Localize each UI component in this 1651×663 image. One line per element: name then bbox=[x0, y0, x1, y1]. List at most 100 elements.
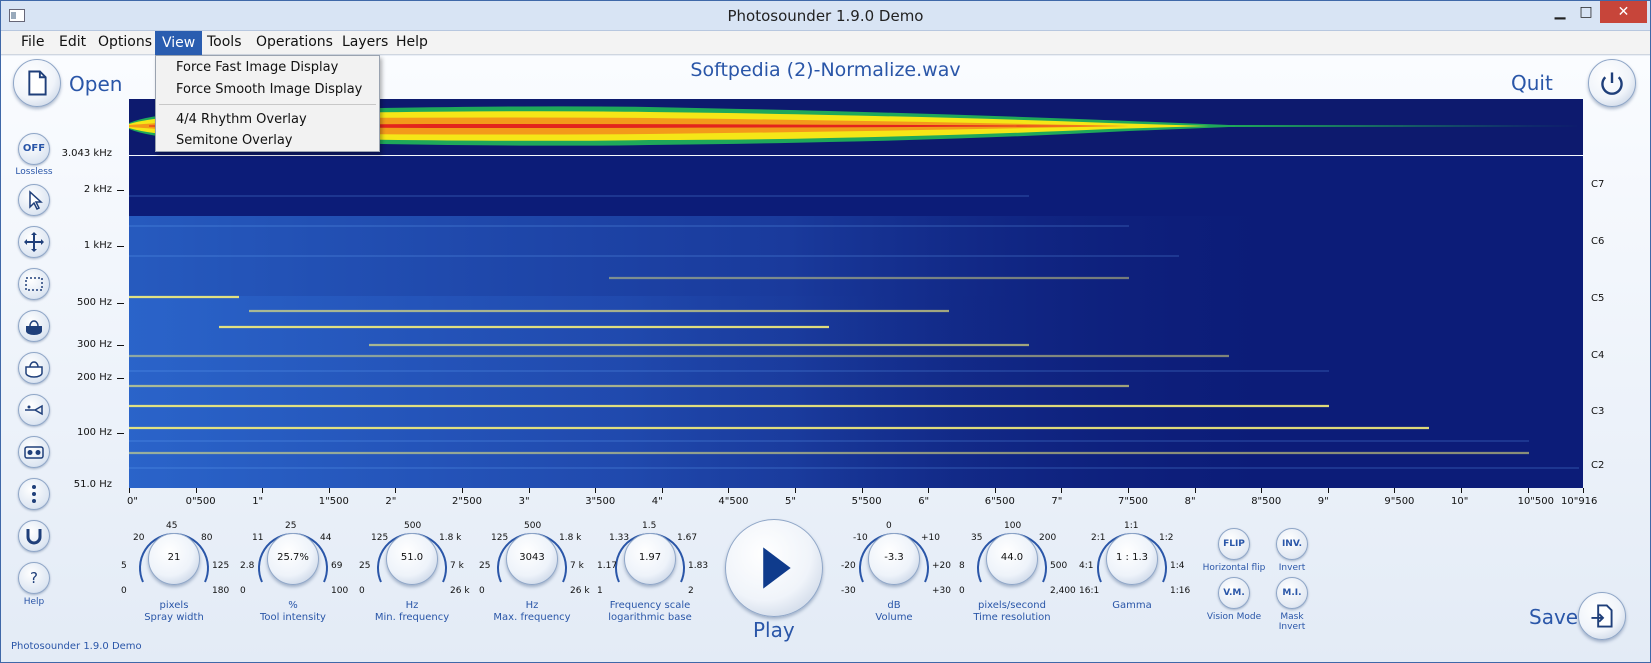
power-icon bbox=[1601, 72, 1623, 95]
knob-unit: Gamma bbox=[1112, 600, 1152, 611]
move-tool-button[interactable] bbox=[18, 226, 50, 258]
time-tick bbox=[1261, 488, 1263, 493]
knob-scale-label: 1.83 bbox=[688, 561, 709, 571]
knob[interactable]: 3043 0 25 125 500 1.8 k 7 k 26 k Hz Max. frequenc… bbox=[477, 516, 590, 623]
time-tick bbox=[195, 488, 197, 493]
knob-value: 21 bbox=[167, 552, 181, 563]
note-label: C7 bbox=[1591, 179, 1605, 190]
menu-options[interactable]: Options bbox=[98, 34, 152, 50]
menuitem-rhythm-overlay[interactable]: 4/4 Rhythm Overlay bbox=[176, 112, 307, 127]
save-button[interactable] bbox=[1578, 592, 1626, 640]
menu-edit[interactable]: Edit bbox=[59, 34, 86, 50]
knob[interactable]: 51.0 0 25 125 500 1.8 k 7 k 26 k Hz Min. frequenc… bbox=[357, 516, 470, 623]
knob[interactable]: 44.0 0 8 35 100 200 500 2,400 pixels/second Time … bbox=[957, 516, 1076, 623]
status-bar: Photosounder 1.9.0 Demo bbox=[11, 641, 142, 652]
flip-button[interactable]: FLIP bbox=[1218, 528, 1250, 560]
help-button[interactable]: ? bbox=[18, 562, 50, 594]
menuitem-semitone-overlay[interactable]: Semitone Overlay bbox=[176, 133, 293, 148]
document-icon bbox=[28, 70, 47, 96]
knob-scale-label: +20 bbox=[932, 561, 951, 571]
knob-scale-label: 125 bbox=[371, 533, 389, 543]
knob-scale-label: 125 bbox=[491, 533, 509, 543]
lossless-toggle-button[interactable]: OFF bbox=[18, 133, 50, 165]
minimize-button[interactable]: ▁ bbox=[1547, 1, 1573, 23]
knob-scale-label: 1:4 bbox=[1170, 561, 1185, 571]
knob[interactable]: 1 : 1.3 16:1 4:1 2:1 1:1 1:2 1:4 1:16 Gamma bbox=[1077, 516, 1190, 620]
menu-layers[interactable]: Layers bbox=[342, 34, 388, 50]
knob-scale-label: 80 bbox=[201, 533, 213, 543]
select-tool-button[interactable] bbox=[18, 184, 50, 216]
note-label: C3 bbox=[1591, 406, 1605, 417]
knob-scale-label: 0 bbox=[959, 586, 965, 596]
knob-scale-label: 500 bbox=[1050, 561, 1068, 571]
knob-name: Max. frequency bbox=[493, 612, 571, 623]
knob-scale-label: 0 bbox=[121, 586, 127, 596]
open-label[interactable]: Open bbox=[69, 72, 122, 96]
note-label: C4 bbox=[1591, 350, 1605, 361]
knob-scale-label: 1.8 k bbox=[439, 533, 462, 543]
menu-tools[interactable]: Tools bbox=[207, 34, 242, 50]
play-button[interactable] bbox=[725, 519, 823, 617]
save-label[interactable]: Save bbox=[1529, 605, 1578, 629]
spectrogram-canvas[interactable] bbox=[129, 156, 1583, 488]
tape-tool-button[interactable] bbox=[18, 436, 50, 468]
trumpet-icon bbox=[25, 404, 43, 416]
marquee-tool-button[interactable] bbox=[18, 268, 50, 300]
maximize-button[interactable]: □ bbox=[1573, 1, 1599, 23]
knob-scale-label: 26 k bbox=[570, 586, 590, 596]
time-tick bbox=[129, 488, 130, 493]
knob-scale-label: 1.8 k bbox=[559, 533, 582, 543]
note-label: C6 bbox=[1591, 236, 1605, 247]
mask-invert-button[interactable]: M.I. bbox=[1276, 577, 1308, 609]
knob-scale-label: 1:2 bbox=[1159, 533, 1174, 543]
close-button[interactable]: ✕ bbox=[1600, 1, 1647, 23]
knob-scale-label: 1.17 bbox=[597, 561, 618, 571]
trumpet-tool-button[interactable] bbox=[18, 394, 50, 426]
menu-file[interactable]: File bbox=[21, 34, 44, 50]
quit-button[interactable] bbox=[1588, 59, 1636, 107]
help-icon: ? bbox=[30, 569, 38, 587]
empty-fill-tool-button[interactable] bbox=[18, 352, 50, 384]
freq-tick bbox=[117, 303, 124, 304]
time-tick bbox=[994, 488, 996, 493]
knob-scale-label: 25 bbox=[359, 561, 371, 571]
knob-unit: pixels/second bbox=[978, 600, 1046, 611]
knob-scale-label: 20 bbox=[133, 533, 145, 543]
time-label: 5" bbox=[784, 496, 796, 507]
marquee-icon bbox=[25, 277, 43, 291]
vision-mode-button[interactable]: V.M. bbox=[1218, 577, 1250, 609]
knob[interactable]: -3.3 -30 -20 -10 0 +10 +20 +30 dB Volume bbox=[839, 516, 951, 623]
menuitem-force-smooth-image-display[interactable]: Force Smooth Image Display bbox=[176, 82, 362, 97]
quit-label[interactable]: Quit bbox=[1511, 71, 1553, 95]
knob-scale-label: 500 bbox=[524, 521, 542, 531]
knob-scale-label: 100 bbox=[331, 586, 349, 596]
menu-help[interactable]: Help bbox=[396, 34, 428, 50]
knob[interactable]: 25.7% 0 2.8 11 25 44 69 100% Tool intensity bbox=[238, 516, 349, 623]
invert-button[interactable]: INV. bbox=[1276, 528, 1308, 560]
menu-view[interactable]: View bbox=[155, 31, 203, 55]
knob-scale-label: 0 bbox=[479, 586, 485, 596]
mask-invert-label: Mask Invert bbox=[1278, 612, 1306, 632]
knob-scale-label: 100 bbox=[1004, 521, 1022, 531]
knob-scale-label: 1.33 bbox=[609, 533, 630, 543]
knob-value: -3.3 bbox=[884, 552, 904, 563]
fill-tool-button[interactable] bbox=[18, 310, 50, 342]
dots-tool-button[interactable] bbox=[18, 478, 50, 510]
time-label: 10"500 bbox=[1517, 496, 1554, 507]
magnet-icon bbox=[26, 529, 42, 545]
knob[interactable]: 1.97 1 1.17 1.33 1.5 1.67 1.83 2 Frequency scale… bbox=[595, 516, 709, 623]
time-label: 7" bbox=[1051, 496, 1063, 507]
knob-scale-label: 1 bbox=[597, 586, 603, 596]
knob-scale-label: 25 bbox=[479, 561, 491, 571]
menu-operations[interactable]: Operations bbox=[256, 34, 333, 50]
time-label: 0"500 bbox=[185, 496, 216, 507]
menuitem-force-fast-image-display[interactable]: Force Fast Image Display bbox=[176, 60, 338, 75]
open-button[interactable] bbox=[13, 59, 61, 107]
time-label: 4" bbox=[651, 496, 663, 507]
knob-unit: Hz bbox=[405, 600, 419, 611]
time-label: 8"500 bbox=[1251, 496, 1282, 507]
knob-unit: dB bbox=[887, 600, 901, 611]
knob[interactable]: 21 0 5 20 45 80 125 180 pixels Spray width bbox=[119, 516, 229, 623]
time-tick bbox=[1583, 488, 1584, 493]
magnet-tool-button[interactable] bbox=[18, 520, 50, 552]
